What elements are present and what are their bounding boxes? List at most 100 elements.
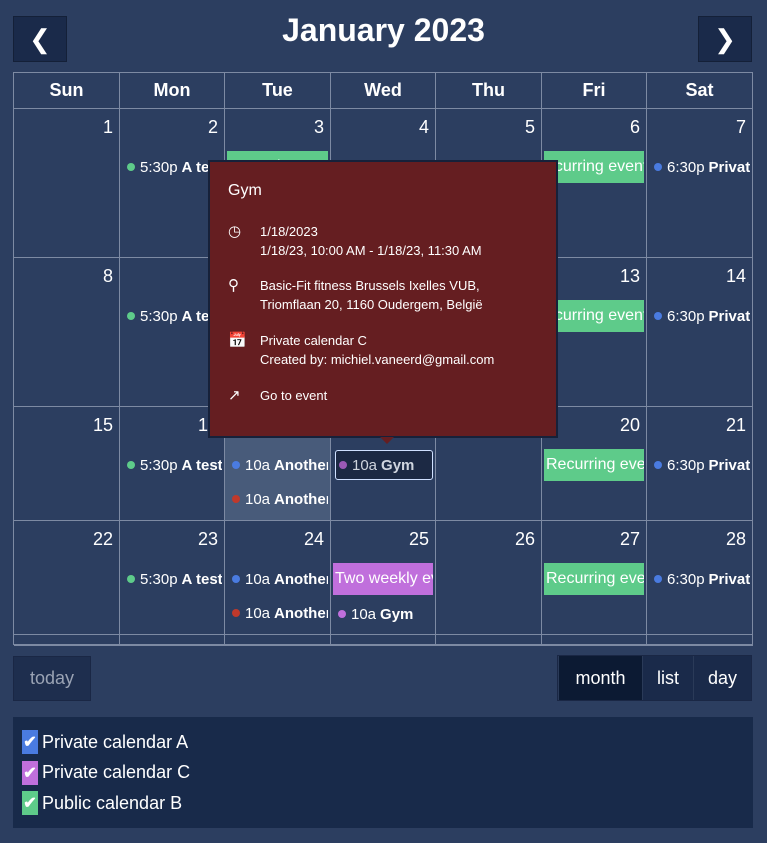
event-location-line2: Triomflaan 20, 1160 Oudergem, België — [260, 297, 483, 312]
day-number[interactable]: 14 — [726, 266, 746, 287]
event-dot-icon — [232, 609, 240, 617]
day-number[interactable]: 15 — [93, 415, 113, 436]
day-cell[interactable]: 8 — [14, 258, 120, 407]
event-block[interactable]: ecurring event — [544, 151, 644, 183]
day-cell[interactable]: 1 — [14, 109, 120, 258]
day-cell[interactable]: 28 6:30pPrivate — [647, 521, 753, 635]
event-dot-icon — [127, 163, 135, 171]
day-number[interactable]: 7 — [736, 117, 746, 138]
day-number[interactable]: 8 — [103, 266, 113, 287]
checkbox-checked-icon[interactable]: ✔ — [22, 791, 38, 816]
event-title: Another — [274, 604, 328, 622]
day-cell[interactable]: 23 5:30p A test — [120, 521, 225, 635]
map-pin-icon: ⚲ — [228, 277, 239, 294]
event-item[interactable]: 10a Another — [229, 598, 328, 628]
event-block[interactable]: Recurring event — [544, 563, 644, 595]
event-location: Basic-Fit fitness Brussels Ixelles VUB, — [260, 278, 480, 293]
day-cell[interactable] — [225, 635, 331, 646]
legend-item[interactable]: ✔ Private calendar C — [22, 758, 753, 789]
event-time: 6:30p — [667, 570, 705, 588]
day-number[interactable]: 2 — [208, 117, 218, 138]
legend-item[interactable]: ✔ Private calendar A — [22, 727, 753, 758]
event-block[interactable]: Recurring event — [544, 449, 644, 481]
legend-item[interactable]: ✔ Public calendar B — [22, 788, 753, 819]
day-number[interactable]: 22 — [93, 529, 113, 550]
weekday-header: Sun — [14, 73, 120, 109]
event-title: ecurring event — [546, 158, 644, 175]
day-cell[interactable]: 27 Recurring event — [542, 521, 647, 635]
event-time: 10a — [245, 490, 271, 508]
day-cell[interactable] — [436, 635, 542, 646]
day-number[interactable]: 21 — [726, 415, 746, 436]
event-item[interactable]: 6:30pPrivate — [651, 564, 750, 594]
day-cell[interactable] — [647, 635, 753, 646]
view-month-button[interactable]: month — [558, 656, 642, 700]
day-number[interactable]: 27 — [620, 529, 640, 550]
event-creator: Created by: michiel.vaneerd@gmail.com — [260, 352, 495, 367]
event-time: 6:30p — [667, 456, 705, 474]
event-popover: Gym ◷ 1/18/2023 1/18/23, 10:00 AM - 1/18/2… — [208, 160, 558, 444]
event-dot-icon — [127, 312, 135, 320]
day-cell[interactable]: 15 — [14, 407, 120, 521]
day-number[interactable]: 20 — [620, 415, 640, 436]
event-item[interactable]: 10a Gym — [335, 450, 433, 480]
day-number[interactable]: 3 — [314, 117, 324, 138]
event-item[interactable]: 10a Another — [229, 450, 328, 480]
day-number[interactable]: 6 — [630, 117, 640, 138]
event-dot-icon — [654, 461, 662, 469]
event-item[interactable]: 5:30p A test — [124, 564, 222, 594]
event-title: Private — [708, 456, 750, 474]
day-cell[interactable]: 24 10a Another 10a Another — [225, 521, 331, 635]
event-time: 10a — [245, 456, 271, 474]
event-dot-icon — [654, 312, 662, 320]
day-cell[interactable]: 21 6:30pPrivate — [647, 407, 753, 521]
event-item[interactable]: 10a Another — [229, 564, 328, 594]
day-number[interactable]: 13 — [620, 266, 640, 287]
event-title: Another — [274, 456, 328, 474]
day-number[interactable]: 23 — [198, 529, 218, 550]
view-day-button[interactable]: day — [693, 656, 752, 700]
weekday-header: Thu — [436, 73, 542, 109]
event-dot-icon — [654, 163, 662, 171]
event-time: 5:30p — [140, 307, 178, 325]
today-button[interactable]: today — [13, 656, 91, 701]
day-number[interactable]: 25 — [409, 529, 429, 550]
event-item[interactable]: 5:30p A test — [124, 450, 222, 480]
day-cell[interactable] — [542, 635, 647, 646]
event-item[interactable]: 10a Another — [229, 484, 328, 514]
event-item[interactable]: 6:30pPrivate — [651, 301, 750, 331]
weekday-header: Tue — [225, 73, 331, 109]
day-number[interactable]: 24 — [304, 529, 324, 550]
event-item[interactable]: 6:30pPrivate — [651, 152, 750, 182]
day-cell[interactable] — [331, 635, 436, 646]
day-number[interactable]: 26 — [515, 529, 535, 550]
next-month-button[interactable]: ❯ — [698, 16, 752, 62]
day-cell[interactable] — [14, 635, 120, 646]
day-cell[interactable]: 25 Two weekly event 10aGym — [331, 521, 436, 635]
go-to-event-link[interactable]: ↗ Go to event — [228, 386, 327, 405]
event-time: 6:30p — [667, 158, 705, 176]
day-number[interactable]: 5 — [525, 117, 535, 138]
day-cell[interactable]: 7 6:30pPrivate — [647, 109, 753, 258]
event-item[interactable]: 6:30pPrivate — [651, 450, 750, 480]
event-title: ecurring event — [546, 307, 644, 324]
event-time: 10a — [351, 605, 377, 623]
checkbox-checked-icon[interactable]: ✔ — [22, 730, 38, 755]
day-cell[interactable]: 22 — [14, 521, 120, 635]
view-list-button[interactable]: list — [642, 656, 693, 700]
weekday-header: Wed — [331, 73, 436, 109]
checkbox-checked-icon[interactable]: ✔ — [22, 760, 38, 785]
event-block[interactable]: ecurring event — [544, 300, 644, 332]
day-number[interactable]: 1 — [103, 117, 113, 138]
day-number[interactable]: 28 — [726, 529, 746, 550]
day-cell[interactable]: 26 — [436, 521, 542, 635]
event-dot-icon — [338, 610, 346, 618]
popover-arrow — [380, 437, 394, 444]
day-number[interactable]: 4 — [419, 117, 429, 138]
day-cell[interactable]: 14 6:30pPrivate — [647, 258, 753, 407]
event-block[interactable]: Two weekly event — [333, 563, 433, 595]
day-cell[interactable] — [120, 635, 225, 646]
event-title: A test — [181, 456, 222, 474]
external-link-icon: ↗ — [228, 387, 241, 404]
event-item[interactable]: 10a Gym — [335, 599, 433, 629]
